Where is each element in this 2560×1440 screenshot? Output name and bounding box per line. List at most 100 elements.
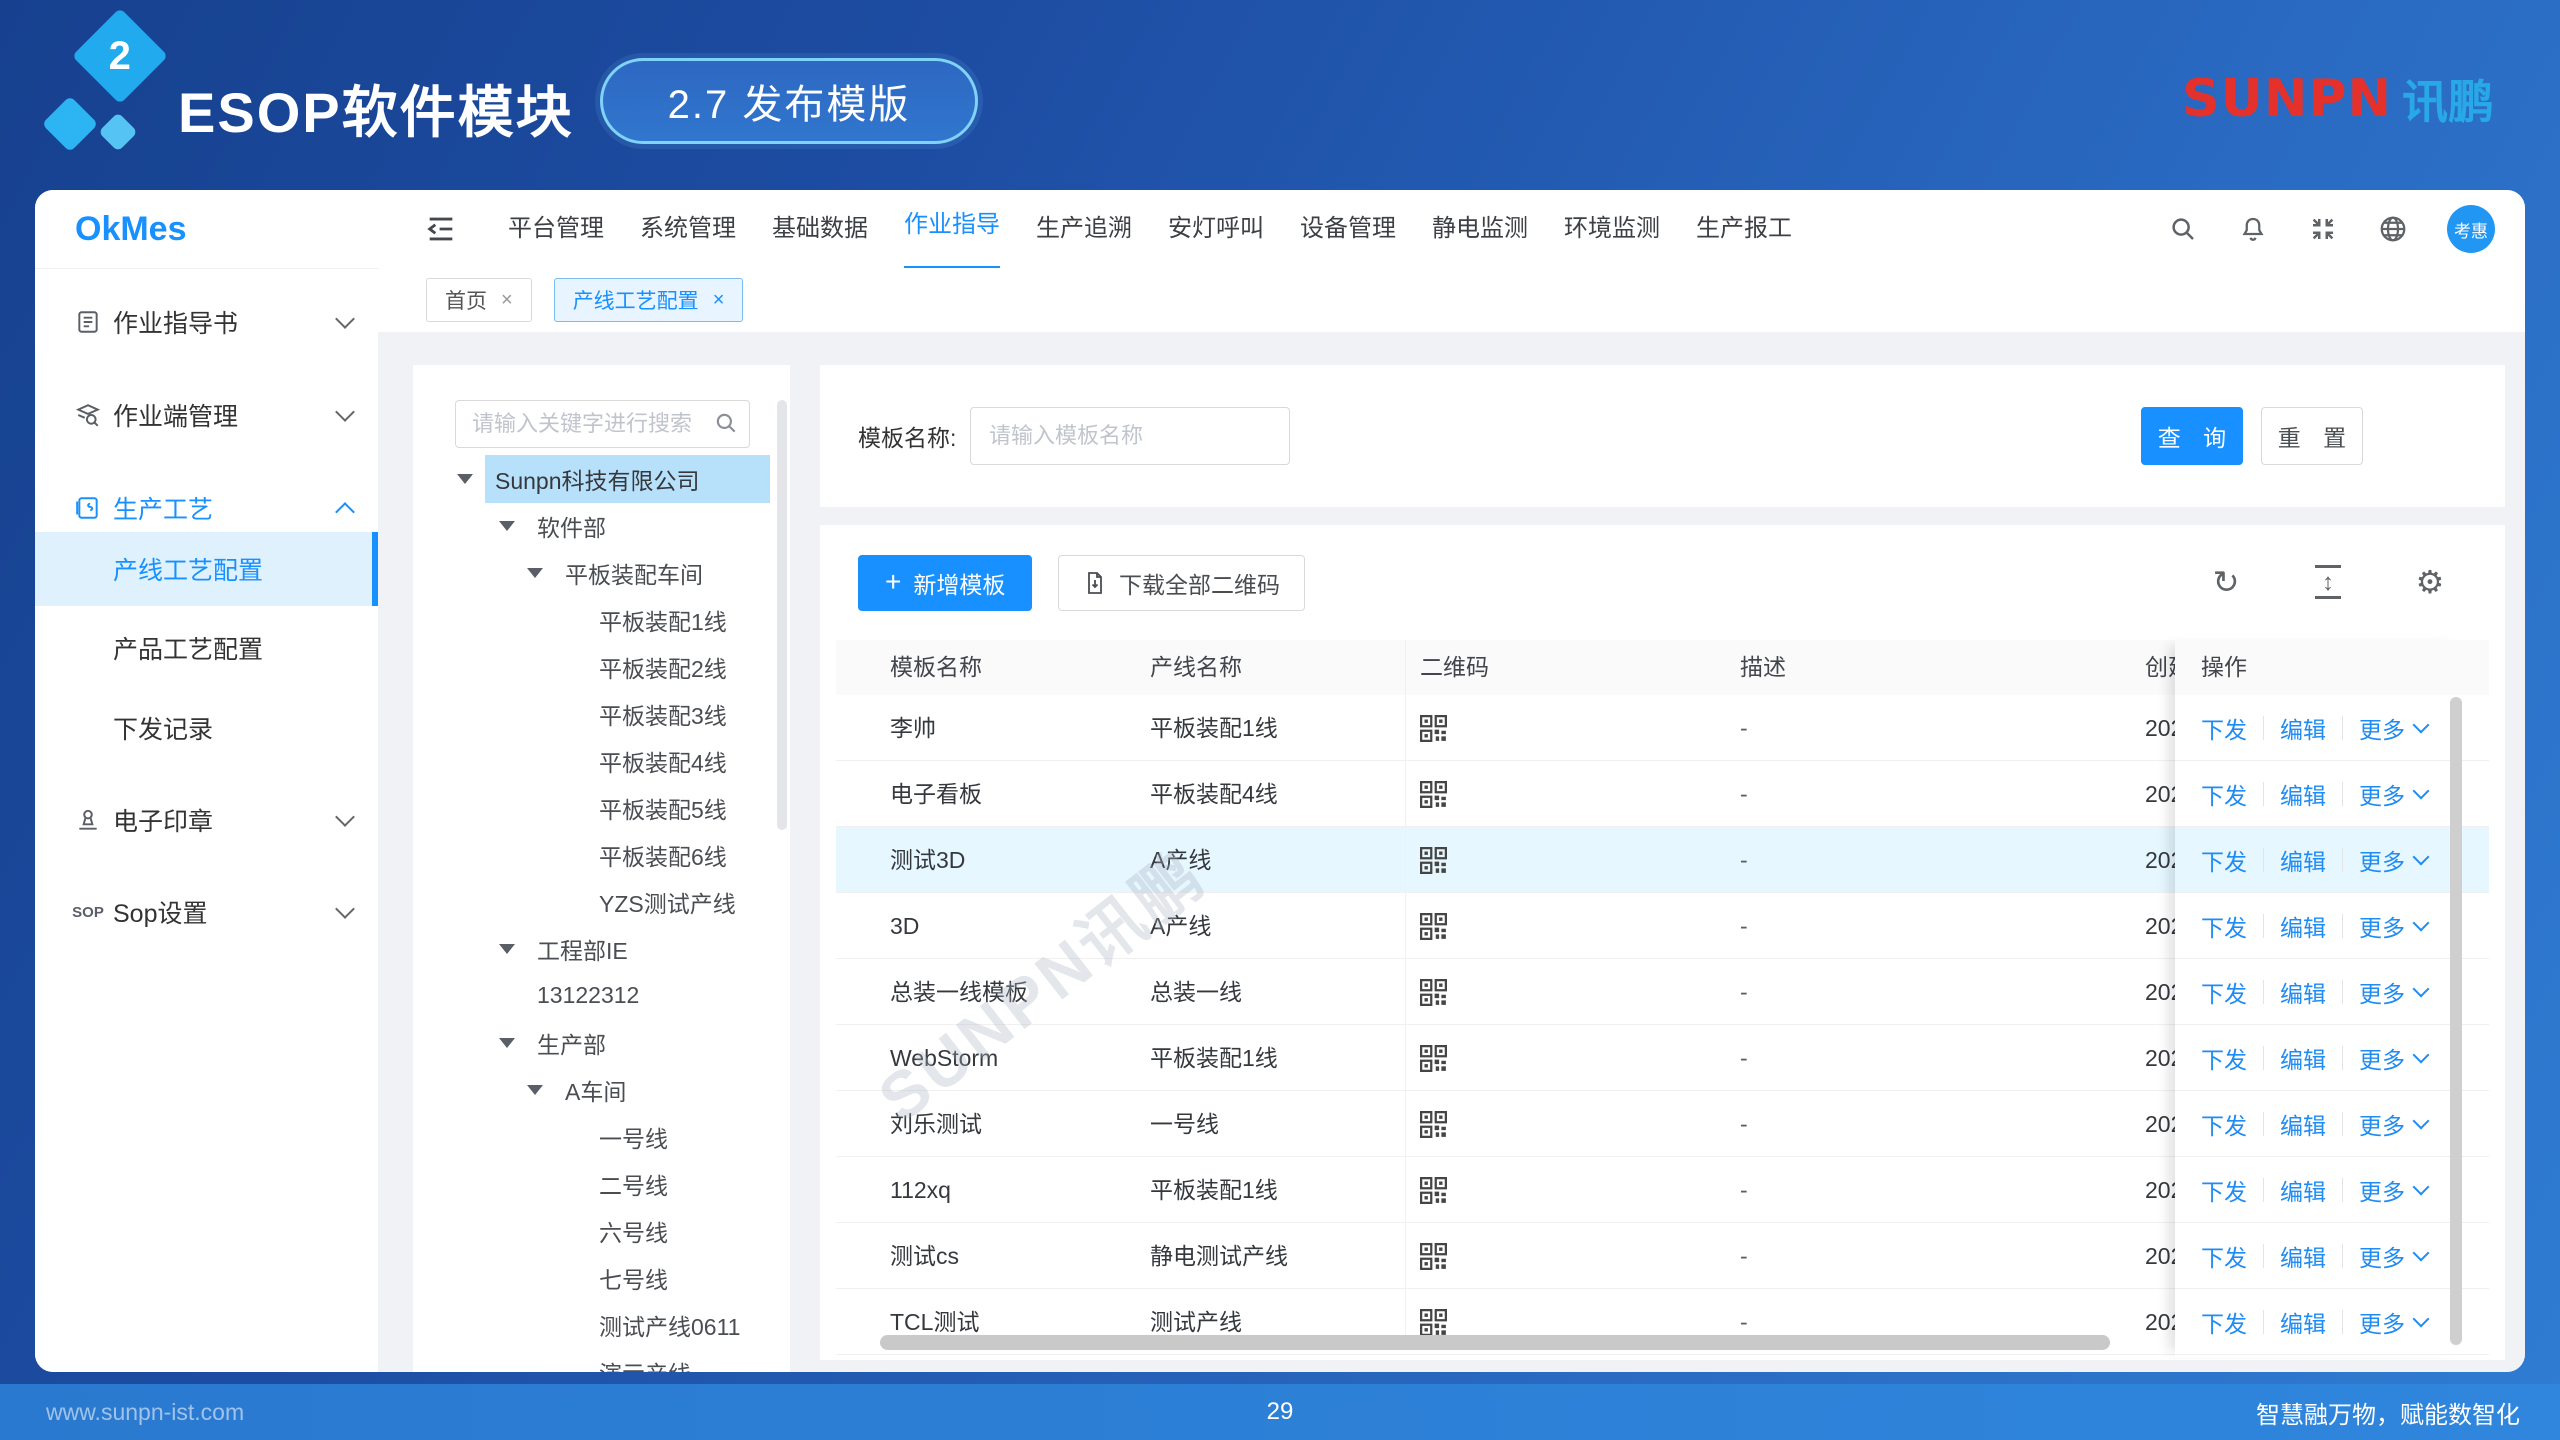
caret-down-icon[interactable] [527,568,543,578]
more-link[interactable]: 更多 [2359,711,2427,745]
topnav-item[interactable]: 作业指导 [904,190,1000,270]
tree-node[interactable]: 13122312 [413,972,776,1019]
tree-node-label[interactable]: 平板装配5线 [589,784,737,832]
tree-node[interactable]: 平板装配3线 [413,690,776,737]
edit-link[interactable]: 编辑 [2280,1239,2326,1273]
tree-node[interactable]: 平板装配车间 [413,549,776,596]
search-icon[interactable] [713,410,739,436]
send-link[interactable]: 下发 [2201,1107,2247,1141]
more-link[interactable]: 更多 [2359,777,2427,811]
caret-down-icon[interactable] [527,1085,543,1095]
qr-code-icon[interactable] [1420,913,1447,940]
topnav-item[interactable]: 静电监测 [1432,190,1528,268]
tree-node[interactable]: A车间 [413,1066,776,1113]
send-link[interactable]: 下发 [2201,1173,2247,1207]
topnav-item[interactable]: 生产追溯 [1036,190,1132,268]
caret-down-icon[interactable] [457,474,473,484]
user-avatar[interactable]: 考惠 [2447,205,2495,253]
sidebar-item-work-instruction[interactable]: 作业指导书 [35,292,378,352]
tab-line-process-config[interactable]: 产线工艺配置 × [554,278,744,322]
more-link[interactable]: 更多 [2359,975,2427,1009]
sidebar-subitem-line-process-config[interactable]: 产线工艺配置 [35,532,378,606]
vertical-scrollbar[interactable] [2450,697,2462,1345]
caret-down-icon[interactable] [499,1038,515,1048]
bell-icon[interactable] [2237,213,2269,245]
tree-search-input[interactable] [470,401,704,447]
topnav-item[interactable]: 环境监测 [1564,190,1660,268]
edit-link[interactable]: 编辑 [2280,1107,2326,1141]
edit-link[interactable]: 编辑 [2280,1173,2326,1207]
tree-node-label[interactable]: 生产部 [527,1019,616,1067]
topnav-item[interactable]: 系统管理 [640,190,736,268]
tree-node[interactable]: 七号线 [413,1254,776,1301]
tree-node-label[interactable]: 演示产线 [589,1348,701,1373]
tree-node[interactable]: Sunpn科技有限公司 [413,455,776,502]
tree-node[interactable]: 平板装配2线 [413,643,776,690]
topnav-item[interactable]: 平台管理 [508,190,604,268]
search-icon[interactable] [2167,213,2199,245]
more-link[interactable]: 更多 [2359,1305,2427,1339]
tab-home[interactable]: 首页 × [426,278,532,322]
tree-node-label[interactable]: 平板装配1线 [589,596,737,644]
tree-node-label[interactable]: 平板装配6线 [589,831,737,879]
tree-node[interactable]: 一号线 [413,1113,776,1160]
topnav-item[interactable]: 基础数据 [772,190,868,268]
close-icon[interactable]: × [501,289,513,312]
send-link[interactable]: 下发 [2201,1041,2247,1075]
tree-node-label[interactable]: 平板装配4线 [589,737,737,785]
caret-down-icon[interactable] [499,521,515,531]
tree-node[interactable]: 演示产线 [413,1348,776,1372]
more-link[interactable]: 更多 [2359,843,2427,877]
tree-node-label[interactable]: Sunpn科技有限公司 [485,455,770,503]
tree-node[interactable]: 平板装配6线 [413,831,776,878]
tree-node-label[interactable]: YZS测试产线 [589,878,746,926]
qr-code-icon[interactable] [1420,1243,1447,1270]
tree-node[interactable]: 二号线 [413,1160,776,1207]
download-all-qr-button[interactable]: 下载全部二维码 [1058,555,1305,611]
sidebar-subitem-product-process-config[interactable]: 产品工艺配置 [35,618,378,678]
qr-code-icon[interactable] [1420,1309,1447,1336]
query-button[interactable]: 查 询 [2141,407,2243,465]
tree-node[interactable]: 六号线 [413,1207,776,1254]
tree-node[interactable]: 工程部IE [413,925,776,972]
tree-node-label[interactable]: A车间 [555,1066,636,1114]
tree-node[interactable]: 平板装配1线 [413,596,776,643]
tree-node-label[interactable]: 13122312 [527,975,649,1016]
edit-link[interactable]: 编辑 [2280,975,2326,1009]
edit-link[interactable]: 编辑 [2280,1041,2326,1075]
qr-code-icon[interactable] [1420,781,1447,808]
edit-link[interactable]: 编辑 [2280,1305,2326,1339]
topnav-item[interactable]: 生产报工 [1696,190,1792,268]
send-link[interactable]: 下发 [2201,1239,2247,1273]
more-link[interactable]: 更多 [2359,1041,2427,1075]
tree-node-label[interactable]: 平板装配车间 [555,549,713,597]
sidebar-item-production-process[interactable]: 生产工艺 [35,478,378,538]
sidebar-item-electronic-seal[interactable]: 电子印章 [35,790,378,850]
caret-down-icon[interactable] [499,944,515,954]
tree-scrollbar[interactable] [777,400,787,830]
tree-node[interactable]: 生产部 [413,1019,776,1066]
edit-link[interactable]: 编辑 [2280,843,2326,877]
qr-code-icon[interactable] [1420,1177,1447,1204]
tree-node-label[interactable]: 六号线 [589,1207,678,1255]
edit-link[interactable]: 编辑 [2280,777,2326,811]
template-name-input[interactable] [987,408,1275,464]
tree-node-label[interactable]: 工程部IE [527,925,638,973]
edit-link[interactable]: 编辑 [2280,909,2326,943]
send-link[interactable]: 下发 [2201,909,2247,943]
add-template-button[interactable]: + 新增模板 [858,555,1032,611]
send-link[interactable]: 下发 [2201,1305,2247,1339]
send-link[interactable]: 下发 [2201,711,2247,745]
tree-node-label[interactable]: 平板装配2线 [589,643,737,691]
tree-node-label[interactable]: 测试产线0611 [589,1301,750,1349]
tree-node-label[interactable]: 二号线 [589,1160,678,1208]
tree-node-label[interactable]: 一号线 [589,1113,678,1161]
send-link[interactable]: 下发 [2201,843,2247,877]
qr-code-icon[interactable] [1420,715,1447,742]
tree-node[interactable]: 测试产线0611 [413,1301,776,1348]
sidebar-item-sop-settings[interactable]: SOP Sop设置 [35,882,378,942]
tree-node-label[interactable]: 软件部 [527,502,616,550]
more-link[interactable]: 更多 [2359,1107,2427,1141]
horizontal-scrollbar[interactable] [880,1335,2110,1350]
collapse-menu-icon[interactable] [424,212,458,246]
